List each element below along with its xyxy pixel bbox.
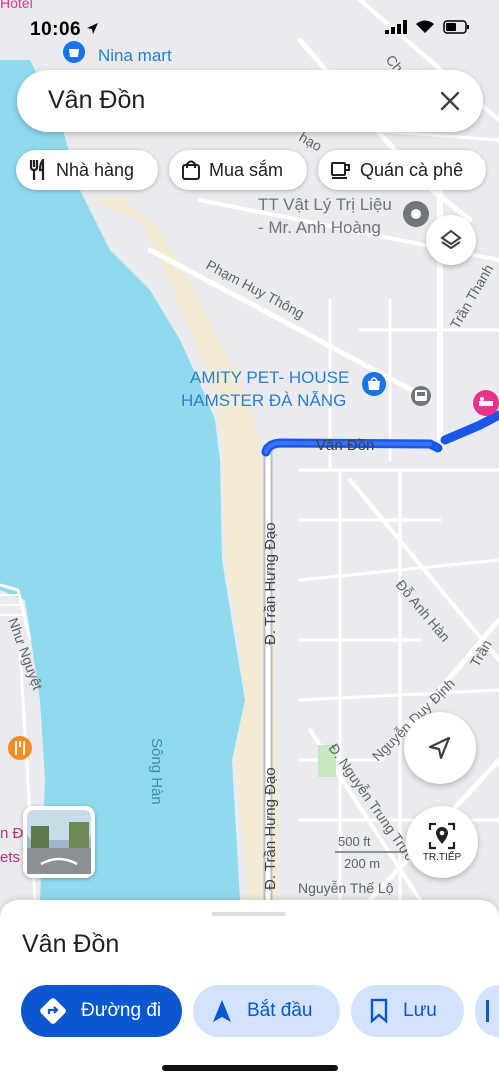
poi-label-left-ets: ets	[0, 849, 20, 866]
save-button[interactable]: Lưu	[351, 985, 464, 1037]
chip-restaurants[interactable]: Nhà hàng	[16, 150, 158, 190]
street-label-nguyen-the-lo: Nguyễn Thế Lộ	[298, 880, 394, 896]
signal-icon	[385, 20, 407, 34]
poi-label-amity-2: HAMSTER ĐÀ NẴNG	[181, 391, 346, 410]
place-title: Vân Đồn	[22, 930, 120, 958]
restaurant-pin-icon[interactable]	[8, 736, 32, 760]
street-label-tran-hung-dao-2: Đ. Trần Hưng Đạo	[262, 767, 279, 890]
poi-label-physio-1: TT Vật Lý Trị Liệu	[258, 195, 392, 214]
live-view-label: TR.TIẾP	[422, 851, 462, 863]
river-label-song-han: Sông Hàn	[148, 738, 165, 805]
restaurant-icon	[28, 159, 48, 181]
save-label: Lưu	[403, 1000, 437, 1021]
location-arrow-icon	[87, 23, 98, 34]
start-button[interactable]: Bắt đầu	[193, 985, 340, 1037]
hotel-pin-icon[interactable]	[473, 390, 499, 416]
chip-shopping[interactable]: Mua sắm	[169, 150, 307, 190]
svg-text:500 ft: 500 ft	[338, 834, 371, 849]
navigation-arrow-icon	[428, 736, 451, 760]
battery-icon	[443, 20, 469, 34]
poi-label-nina-mart: Nina mart	[98, 46, 172, 65]
wifi-icon	[416, 20, 434, 33]
live-pin-icon	[428, 822, 456, 849]
close-icon[interactable]	[433, 84, 467, 118]
bus-stop-icon[interactable]	[411, 386, 431, 406]
place-pin-icon[interactable]	[403, 201, 429, 227]
poi-label-amity-1: AMITY PET- HOUSE	[190, 368, 349, 387]
shopping-bag-icon	[181, 159, 201, 181]
status-time: 10:06	[30, 19, 82, 40]
my-location-button[interactable]	[404, 712, 476, 784]
street-view-thumbnail[interactable]	[23, 806, 95, 878]
chip-label: Nhà hàng	[56, 159, 135, 180]
search-bar[interactable]: Vân Đồn	[17, 70, 483, 132]
home-indicator	[162, 1065, 338, 1071]
shop-pin-icon[interactable]	[362, 372, 386, 396]
chip-label: Quán cà phê	[360, 159, 464, 180]
poi-label-left-d: n Đ	[0, 825, 24, 842]
directions-button[interactable]: Đường đi	[21, 985, 182, 1037]
chip-cafes[interactable]: Quán cà phê	[318, 150, 486, 190]
poi-label-physio-2: - Mr. Anh Hoàng	[258, 218, 381, 237]
street-label-van-don: Vân Đồn	[316, 437, 374, 454]
share-icon	[486, 1000, 489, 1022]
sheet-handle[interactable]	[212, 912, 286, 916]
live-view-button[interactable]: TR.TIẾP	[406, 806, 478, 878]
shop-pin-icon[interactable]	[63, 41, 85, 63]
search-query[interactable]: Vân Đồn	[48, 86, 145, 115]
directions-label: Đường đi	[81, 1000, 162, 1021]
start-label: Bắt đầu	[247, 1000, 313, 1021]
directions-icon	[39, 997, 67, 1025]
street-label-tran-hung-dao: Đ. Trần Hưng Đạo	[262, 522, 279, 645]
layers-button[interactable]	[426, 215, 476, 265]
coffee-icon	[330, 159, 352, 181]
svg-text:200 m: 200 m	[344, 856, 380, 871]
bookmark-icon	[369, 998, 389, 1024]
status-bar: 10:06	[0, 0, 499, 44]
layers-icon	[440, 229, 462, 250]
navigation-icon	[211, 998, 233, 1024]
chip-label: Mua sắm	[209, 159, 284, 180]
